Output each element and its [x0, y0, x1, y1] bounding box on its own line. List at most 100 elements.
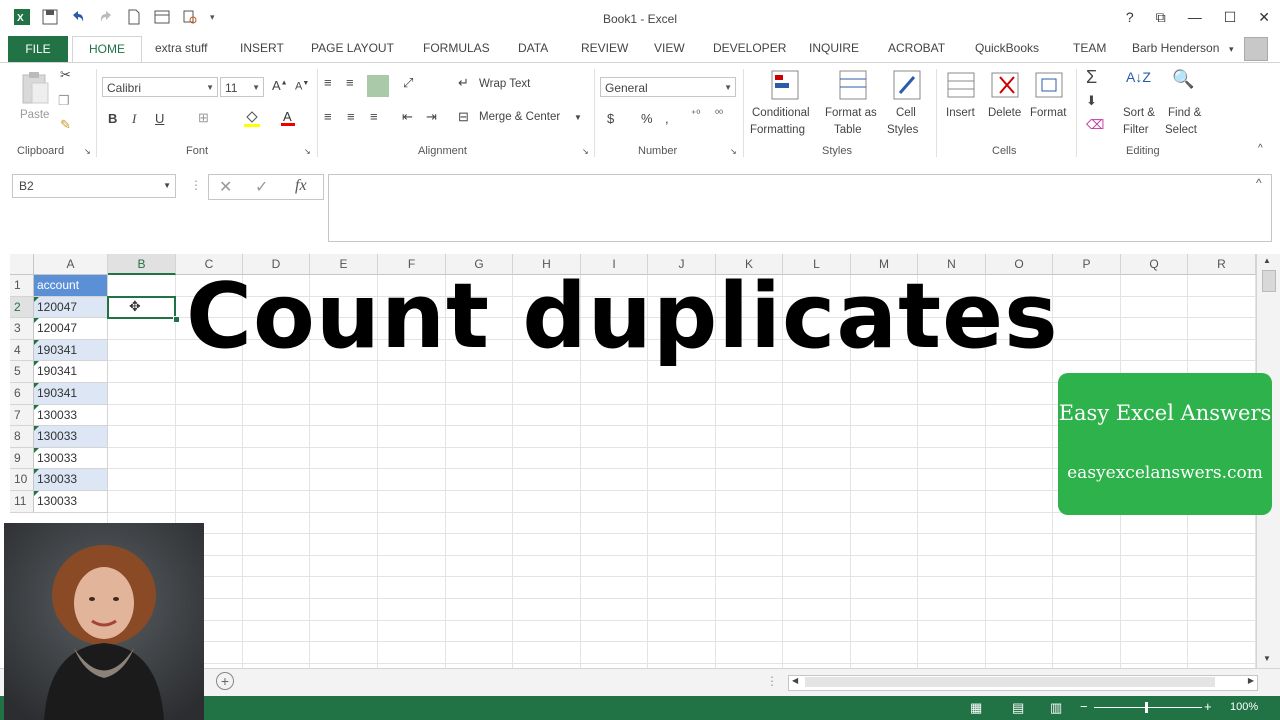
tab-data[interactable]: DATA	[518, 41, 548, 55]
underline-icon[interactable]: U	[155, 111, 164, 126]
tab-home[interactable]: HOME	[72, 36, 142, 63]
select-all-button[interactable]	[10, 254, 34, 275]
scroll-up-icon[interactable]: ▲	[1263, 256, 1271, 265]
scroll-right-icon[interactable]: ▶	[1248, 676, 1254, 685]
paste-label[interactable]: Paste	[20, 109, 49, 121]
cell-styles-label-1[interactable]: Cell	[896, 107, 916, 119]
table-cell[interactable]: 120047	[34, 318, 108, 340]
conditional-formatting-label-1[interactable]: Conditional	[752, 107, 810, 119]
orientation-icon[interactable]: ⤢	[403, 75, 413, 91]
maximize-icon[interactable]: ☐	[1224, 9, 1237, 26]
error-indicator-icon[interactable]	[34, 318, 39, 324]
column-header-q[interactable]: Q	[1121, 254, 1188, 275]
percent-icon[interactable]: %	[641, 111, 653, 126]
column-header-b[interactable]: B	[108, 254, 176, 275]
horizontal-scrollbar[interactable]: ◀ ▶	[788, 675, 1258, 691]
comma-style-icon[interactable]: ,	[665, 111, 669, 126]
avatar[interactable]	[1244, 37, 1268, 61]
insert-button[interactable]: Insert	[946, 107, 975, 119]
column-header-a[interactable]: A	[34, 254, 108, 275]
tab-extra-stuff[interactable]: extra stuff	[155, 41, 207, 55]
borders-icon[interactable]: ⊞	[198, 110, 209, 126]
user-menu-chevron-icon[interactable]: ▾	[1229, 44, 1234, 55]
wrap-text-button[interactable]: Wrap Text	[479, 78, 530, 90]
sort-filter-label-1[interactable]: Sort &	[1123, 107, 1155, 119]
align-middle-icon[interactable]: ≡	[346, 75, 354, 90]
conditional-formatting-label-2[interactable]: Formatting	[750, 124, 805, 136]
conditional-formatting-icon[interactable]	[770, 69, 800, 104]
tab-formulas[interactable]: FORMULAS	[423, 41, 490, 55]
close-icon[interactable]: ✕	[1258, 9, 1270, 26]
error-indicator-icon[interactable]	[34, 426, 39, 432]
increase-indent-icon[interactable]: ⇥	[426, 109, 437, 125]
find-select-label-2[interactable]: Select	[1165, 124, 1197, 136]
error-indicator-icon[interactable]	[34, 361, 39, 367]
zoom-in-icon[interactable]: +	[1204, 699, 1212, 714]
name-box[interactable]: B2 ▼	[12, 174, 176, 198]
wrap-text-icon[interactable]: ↵	[458, 75, 469, 91]
decrease-decimal-icon[interactable]: ⁰⁰	[715, 109, 723, 120]
error-indicator-icon[interactable]	[34, 447, 39, 453]
formula-input[interactable]	[328, 174, 1272, 242]
expand-formula-bar-icon[interactable]: ^	[1256, 176, 1262, 190]
row-header-1[interactable]: 1	[10, 275, 34, 297]
zoom-slider[interactable]	[1094, 707, 1202, 708]
user-name[interactable]: Barb Henderson	[1132, 41, 1219, 55]
cell-styles-label-2[interactable]: Styles	[887, 124, 918, 136]
fill-color-icon[interactable]	[243, 109, 261, 130]
delete-cells-icon[interactable]	[990, 69, 1020, 104]
page-break-view-icon[interactable]: ▥	[1050, 700, 1062, 716]
tab-view[interactable]: VIEW	[654, 41, 685, 55]
sort-filter-label-2[interactable]: Filter	[1123, 124, 1149, 136]
error-indicator-icon[interactable]	[34, 404, 39, 410]
table-cell[interactable]: 190341	[34, 361, 108, 383]
ribbon-display-icon[interactable]: ⧉	[1156, 9, 1166, 26]
decrease-indent-icon[interactable]: ⇤	[402, 109, 413, 125]
increase-decimal-icon[interactable]: ⁺⁰	[691, 109, 700, 120]
font-size-combo[interactable]: 11 ▼	[220, 77, 264, 97]
table-cell[interactable]: 190341	[34, 383, 108, 405]
find-select-label-1[interactable]: Find &	[1168, 107, 1201, 119]
fill-handle[interactable]	[173, 316, 180, 323]
tab-acrobat[interactable]: ACROBAT	[888, 41, 945, 55]
format-as-table-label-2[interactable]: Table	[834, 124, 862, 136]
table-cell[interactable]: 120047	[34, 296, 108, 319]
page-layout-view-icon[interactable]: ▤	[1012, 700, 1024, 716]
column-header-p[interactable]: P	[1053, 254, 1121, 275]
italic-icon[interactable]: I	[132, 111, 136, 127]
fill-icon[interactable]: ⬇	[1086, 93, 1097, 109]
row-header-3[interactable]: 3	[10, 318, 34, 340]
clear-icon[interactable]: ⌫	[1086, 117, 1104, 133]
currency-icon[interactable]: $	[607, 111, 614, 126]
table-cell[interactable]: 130033	[34, 404, 108, 427]
find-select-icon[interactable]: 🔍	[1172, 69, 1194, 90]
row-header-9[interactable]: 9	[10, 447, 34, 470]
splitter-icon[interactable]: ⋮	[766, 674, 778, 688]
scroll-down-icon[interactable]: ▼	[1263, 654, 1271, 663]
row-header-11[interactable]: 11	[10, 491, 34, 513]
format-button[interactable]: Format	[1030, 107, 1066, 119]
sort-filter-icon[interactable]: A↓Z	[1126, 69, 1151, 85]
number-launcher-icon[interactable]: ↘	[730, 147, 737, 156]
row-header-8[interactable]: 8	[10, 426, 34, 448]
add-sheet-icon[interactable]: +	[216, 672, 234, 690]
row-header-4[interactable]: 4	[10, 339, 34, 362]
normal-view-icon[interactable]: ▦	[970, 700, 982, 716]
table-cell[interactable]: 130033	[34, 469, 108, 491]
error-indicator-icon[interactable]	[34, 339, 39, 345]
cell-styles-icon[interactable]	[892, 69, 922, 104]
zoom-out-icon[interactable]: −	[1080, 699, 1088, 714]
grow-font-icon[interactable]: A▲	[272, 78, 288, 93]
copy-icon[interactable]: ❐	[58, 93, 70, 109]
row-header-5[interactable]: 5	[10, 361, 34, 383]
merge-center-button[interactable]: Merge & Center	[479, 111, 560, 123]
align-center-icon[interactable]: ≡	[347, 109, 355, 124]
clipboard-launcher-icon[interactable]: ↘	[84, 147, 91, 156]
align-right-icon[interactable]: ≡	[370, 109, 378, 124]
paste-icon[interactable]	[20, 71, 50, 105]
cancel-icon[interactable]: ✕	[219, 177, 232, 197]
alignment-launcher-icon[interactable]: ↘	[582, 147, 589, 156]
column-header-r[interactable]: R	[1188, 254, 1256, 275]
autosum-icon[interactable]: Σ	[1086, 67, 1097, 88]
format-cells-icon[interactable]	[1034, 69, 1064, 104]
